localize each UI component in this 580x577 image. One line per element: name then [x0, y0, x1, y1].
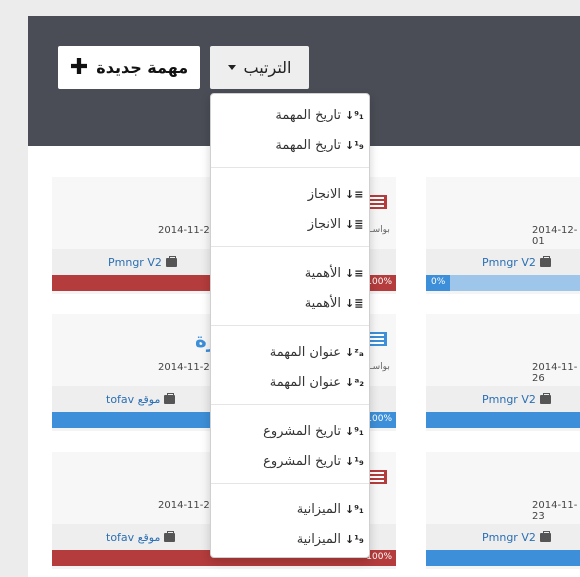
sort-option-project-date-desc[interactable]: تاريخ المشروع ↓¹₉ — [211, 448, 369, 474]
sort-option-label: الميزانية — [296, 531, 341, 547]
project-name: Pmngr V2 — [482, 531, 536, 544]
task-date: 2014-11-25 — [158, 362, 217, 373]
progress-label: 0% — [431, 277, 446, 287]
briefcase-icon — [164, 393, 176, 404]
project-name: Pmngr V2 — [482, 256, 536, 269]
task-author: بواسـ — [370, 225, 390, 235]
task-date: 2014-12-01 — [532, 225, 578, 247]
sort-option-progress-desc[interactable]: الانجاز ↓≡ — [211, 181, 369, 207]
sort-option-title-asc[interactable]: عنوان المهمة ↓ᵃ₂ — [211, 369, 369, 395]
task-project-link[interactable]: Pmngr V2 — [482, 256, 551, 269]
sort-option-task-date-desc[interactable]: تاريخ المهمة ↓¹₉ — [211, 132, 369, 158]
sort-option-priority-desc[interactable]: الأهمية ↓≡ — [211, 260, 369, 286]
project-name: tofav موقع — [106, 531, 161, 544]
sort-numeric-desc-icon: ↓¹₉ — [345, 454, 364, 468]
task-project-link[interactable]: Pmngr V2 — [108, 256, 177, 269]
sort-alpha-desc-icon: ↓ᶻₐ — [345, 345, 364, 359]
sort-numeric-desc-icon: ↓¹₉ — [345, 532, 364, 546]
task-project-link[interactable]: Pmngr V2 — [482, 393, 551, 406]
briefcase-icon — [165, 256, 177, 267]
sort-option-budget-asc[interactable]: الميزانية ↓⁹₁ — [211, 496, 369, 522]
sort-option-label: الانجاز — [307, 216, 341, 232]
sort-numeric-asc-icon: ↓⁹₁ — [345, 424, 364, 438]
menu-divider — [211, 404, 369, 405]
progress-bar — [426, 550, 580, 566]
sort-option-label: تاريخ المهمة — [275, 107, 341, 123]
project-name: Pmngr V2 — [108, 256, 162, 269]
progress-label: 100% — [366, 414, 392, 424]
progress-bar: 0% — [426, 275, 580, 291]
sort-alpha-asc-icon: ↓ᵃ₂ — [345, 375, 365, 389]
new-task-label: مهمة جديدة — [96, 58, 189, 77]
sort-amount-desc-icon: ↓≡ — [345, 187, 364, 201]
sort-amount-asc-icon: ↓≣ — [345, 296, 364, 310]
task-date: 2014-11-28 — [158, 225, 217, 236]
task-card[interactable]: 2014-11-23 Pmngr V2 — [426, 452, 580, 569]
plus-icon: ✚ — [69, 54, 89, 80]
priority-flag-icon — [367, 470, 387, 484]
sort-amount-asc-icon: ↓≣ — [345, 217, 364, 231]
task-project-link[interactable]: tofav موقع — [106, 393, 176, 406]
priority-flag-icon — [367, 195, 387, 209]
task-date: 2014-11-23 — [158, 500, 217, 511]
task-author: بواسـ — [370, 362, 390, 372]
sort-label: الترتيب — [243, 58, 292, 77]
task-card[interactable]: 2014-12-01 Pmngr V2 0% — [426, 177, 580, 294]
progress-bar — [426, 412, 580, 428]
sort-dropdown-menu: تاريخ المهمة ↓⁹₁ تاريخ المهمة ↓¹₉ الانجا… — [210, 93, 370, 558]
caret-down-icon — [227, 65, 236, 70]
menu-divider — [211, 483, 369, 484]
progress-label: 100% — [366, 277, 392, 287]
sort-option-label: الميزانية — [296, 501, 341, 517]
sort-option-label: تاريخ المشروع — [263, 453, 341, 469]
project-name: tofav موقع — [106, 393, 161, 406]
sort-option-task-date-asc[interactable]: تاريخ المهمة ↓⁹₁ — [211, 102, 369, 128]
sort-option-project-date-asc[interactable]: تاريخ المشروع ↓⁹₁ — [211, 418, 369, 444]
task-project-link[interactable]: tofav موقع — [106, 531, 176, 544]
priority-flag-icon — [367, 332, 387, 346]
sort-option-label: الأهمية — [304, 265, 341, 281]
sort-option-label: الأهمية — [304, 295, 341, 311]
sort-option-progress-asc[interactable]: الانجاز ↓≣ — [211, 211, 369, 237]
sort-numeric-desc-icon: ↓¹₉ — [345, 138, 364, 152]
briefcase-icon — [539, 393, 551, 404]
sort-option-label: عنوان المهمة — [269, 344, 341, 360]
sort-option-label: تاريخ المهمة — [275, 137, 341, 153]
briefcase-icon — [164, 531, 176, 542]
sort-option-priority-asc[interactable]: الأهمية ↓≣ — [211, 290, 369, 316]
sort-option-budget-desc[interactable]: الميزانية ↓¹₉ — [211, 526, 369, 552]
sort-option-label: تاريخ المشروع — [263, 423, 341, 439]
new-task-button[interactable]: ✚ مهمة جديدة — [58, 46, 200, 89]
progress-label: 100% — [366, 552, 392, 562]
briefcase-icon — [539, 531, 551, 542]
menu-divider — [211, 167, 369, 168]
sort-option-title-desc[interactable]: عنوان المهمة ↓ᶻₐ — [211, 339, 369, 365]
task-date: 2014-11-26 — [532, 362, 578, 384]
project-name: Pmngr V2 — [482, 393, 536, 406]
task-project-link[interactable]: Pmngr V2 — [482, 531, 551, 544]
task-date: 2014-11-23 — [532, 500, 578, 522]
sort-numeric-asc-icon: ↓⁹₁ — [345, 108, 364, 122]
sort-button[interactable]: الترتيب — [210, 46, 309, 89]
sort-option-label: الانجاز — [307, 186, 341, 202]
sort-numeric-asc-icon: ↓⁹₁ — [345, 502, 364, 516]
sort-amount-desc-icon: ↓≡ — [345, 266, 364, 280]
menu-divider — [211, 325, 369, 326]
task-card[interactable]: 2014-11-26 Pmngr V2 — [426, 314, 580, 431]
sort-option-label: عنوان المهمة — [269, 374, 341, 390]
menu-divider — [211, 246, 369, 247]
briefcase-icon — [539, 256, 551, 267]
